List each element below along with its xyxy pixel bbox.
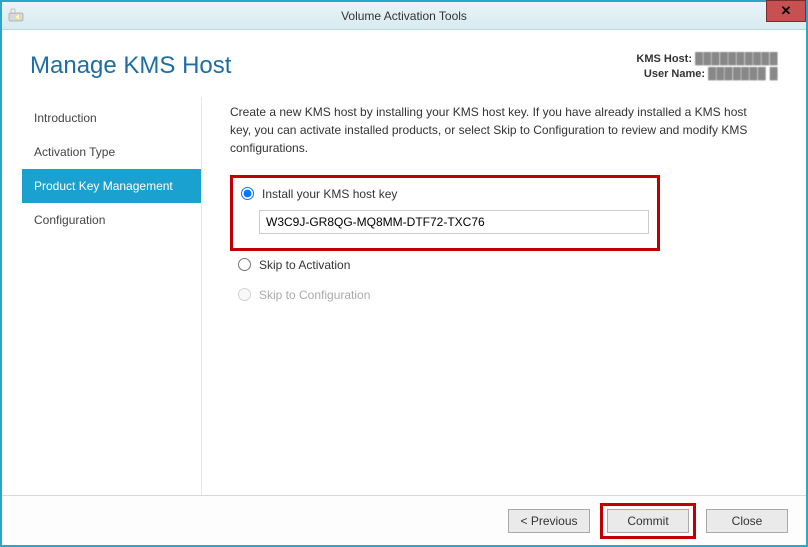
sidebar-item-product-key-management[interactable]: Product Key Management	[22, 169, 201, 203]
kms-host-label: KMS Host:	[636, 53, 692, 65]
radio-install-key-input[interactable]	[241, 187, 254, 200]
skip-activation-section: Skip to Activation	[230, 251, 776, 285]
titlebar: Volume Activation Tools ✕	[2, 2, 806, 30]
close-window-button[interactable]: ✕	[766, 0, 806, 22]
host-info: KMS Host: ██████████ User Name: ███████ …	[636, 52, 778, 83]
app-icon	[8, 7, 24, 23]
commit-highlight: Commit	[600, 503, 696, 539]
kms-host-value: ██████████	[695, 53, 778, 65]
app-window: Volume Activation Tools ✕ Manage KMS Hos…	[0, 0, 808, 547]
sidebar-item-label: Configuration	[34, 213, 105, 227]
skip-config-section: Skip to Configuration	[230, 285, 776, 315]
sidebar-item-activation-type[interactable]: Activation Type	[22, 135, 201, 169]
header: Manage KMS Host KMS Host: ██████████ Use…	[2, 30, 806, 83]
radio-skip-activation[interactable]: Skip to Activation	[236, 255, 768, 275]
kms-host-key-input[interactable]	[259, 210, 649, 234]
commit-button[interactable]: Commit	[607, 509, 689, 533]
radio-install-key-label[interactable]: Install your KMS host key	[262, 187, 397, 201]
radio-skip-config-label: Skip to Configuration	[259, 288, 370, 302]
sidebar-item-configuration[interactable]: Configuration	[22, 203, 201, 237]
user-name-value: ███████ █	[708, 68, 778, 80]
page-title: Manage KMS Host	[30, 52, 231, 80]
radio-install-key[interactable]: Install your KMS host key	[239, 184, 649, 204]
sidebar-item-label: Product Key Management	[34, 179, 173, 193]
install-key-section: Install your KMS host key	[230, 175, 660, 251]
sidebar: Introduction Activation Type Product Key…	[22, 97, 202, 495]
close-button[interactable]: Close	[706, 509, 788, 533]
description: Create a new KMS host by installing your…	[230, 103, 770, 157]
footer: < Previous Commit Close	[2, 495, 806, 545]
radio-skip-config: Skip to Configuration	[236, 285, 768, 305]
previous-button[interactable]: < Previous	[508, 509, 590, 533]
sidebar-item-introduction[interactable]: Introduction	[22, 101, 201, 135]
body: Introduction Activation Type Product Key…	[2, 83, 806, 495]
close-icon: ✕	[781, 3, 792, 19]
radio-skip-activation-input[interactable]	[238, 258, 251, 271]
sidebar-item-label: Introduction	[34, 111, 97, 125]
user-name-label: User Name:	[644, 68, 705, 80]
sidebar-item-label: Activation Type	[34, 145, 115, 159]
window-title: Volume Activation Tools	[341, 9, 467, 23]
content-panel: Create a new KMS host by installing your…	[202, 97, 786, 495]
radio-skip-activation-label[interactable]: Skip to Activation	[259, 258, 350, 272]
radio-skip-config-input	[238, 288, 251, 301]
